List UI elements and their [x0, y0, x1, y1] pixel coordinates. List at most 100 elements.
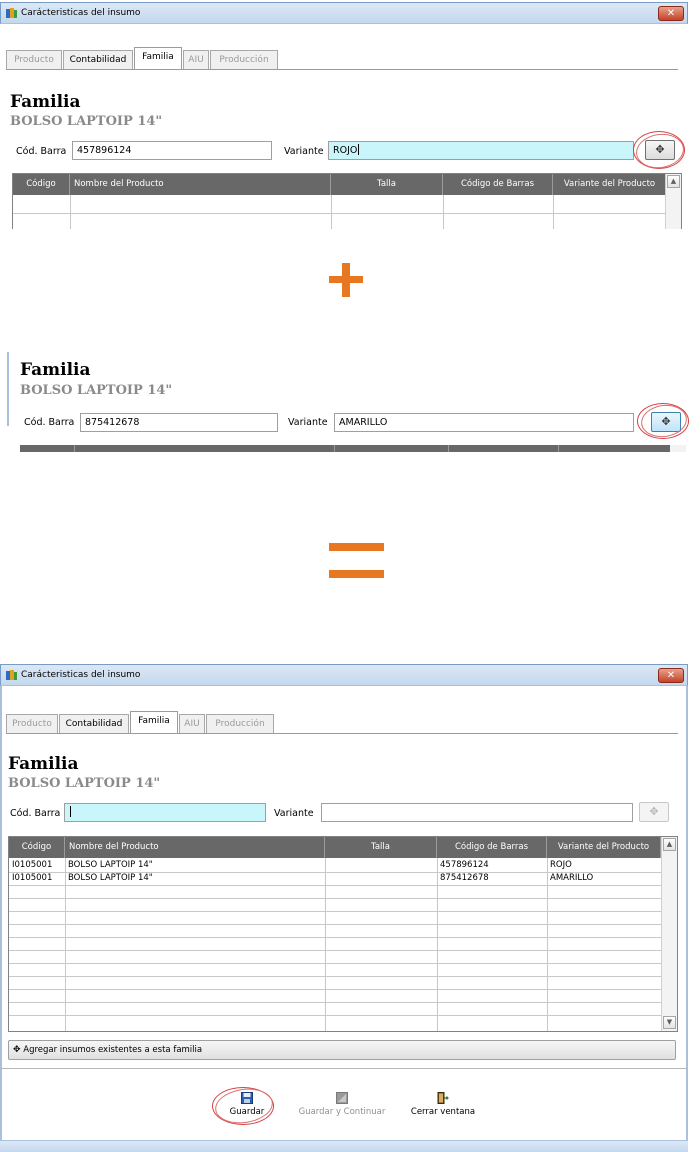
- product-name: BOLSO LAPTOIP 14": [10, 114, 163, 129]
- grid-col-line: [334, 445, 335, 452]
- tab-familia[interactable]: Familia: [130, 711, 178, 733]
- col-variante: Variante del Producto: [547, 837, 661, 858]
- tab-produccion[interactable]: Producción: [210, 50, 278, 69]
- variants-grid: Código Nombre del Producto Talla Código …: [8, 836, 678, 1032]
- cell-variante: ROJO: [550, 860, 572, 870]
- cell-barras: 457896124: [440, 860, 489, 870]
- cell-barras: 875412678: [440, 873, 489, 883]
- grid-col-line: [331, 195, 332, 229]
- equals-bar-bottom: [329, 570, 384, 578]
- grid-row-line: [9, 976, 661, 977]
- grid-col-line: [448, 445, 449, 452]
- text-caret: [70, 806, 71, 817]
- familia-heading: Familia: [20, 360, 91, 380]
- cell-nombre: BOLSO LAPTOIP 14": [68, 860, 153, 870]
- grid-col-line: [74, 445, 75, 452]
- grid-header-preview: [20, 445, 686, 452]
- variant-field[interactable]: [321, 803, 633, 822]
- grid-col-line: [553, 195, 554, 229]
- barcode-label: Cód. Barra: [16, 146, 67, 157]
- window-close-button[interactable]: ✕: [658, 6, 684, 21]
- equals-bar-top: [329, 543, 384, 551]
- app-icon: [6, 670, 17, 680]
- variant-field[interactable]: ROJO: [328, 141, 634, 160]
- grid-header: Código Nombre del Producto Talla Código …: [9, 837, 661, 858]
- grid-col-line: [70, 195, 71, 229]
- footer-separator: [0, 1068, 688, 1069]
- window-titlebar: Carácteristicas del insumo ✕: [0, 664, 688, 686]
- col-barras: Código de Barras: [443, 174, 553, 195]
- tab-divider: [6, 69, 678, 70]
- variants-grid-preview: Código Nombre del Producto Talla Código …: [12, 173, 682, 229]
- window-title: Carácteristicas del insumo: [21, 670, 141, 680]
- grid-col-line: [443, 195, 444, 229]
- grid-row-line: [9, 937, 661, 938]
- tab-aiu[interactable]: AIU: [183, 50, 209, 69]
- cell-codigo: I0105001: [12, 860, 53, 870]
- variant-value: ROJO: [333, 145, 358, 156]
- window-border-right: [686, 686, 688, 1140]
- save-continue-label: Guardar y Continuar: [298, 1107, 386, 1117]
- grid-row-line: [9, 963, 661, 964]
- add-existing-label: Agregar insumos existentes a esta famili…: [23, 1045, 203, 1055]
- tab-produccion[interactable]: Producción: [206, 714, 274, 733]
- grid-scrollbar[interactable]: [670, 445, 686, 452]
- barcode-field[interactable]: [64, 803, 266, 822]
- grid-row-line: [9, 911, 661, 912]
- scroll-down-icon[interactable]: ▼: [663, 1016, 676, 1029]
- variant-label: Variante: [284, 146, 324, 157]
- cell-variante: AMARILLO: [550, 873, 594, 883]
- variant-field[interactable]: AMARILLO: [334, 413, 634, 432]
- grid-row-line: [9, 885, 661, 886]
- window-titlebar: Carácteristicas del insumo ✕: [0, 2, 688, 24]
- tab-contabilidad[interactable]: Contabilidad: [59, 714, 129, 733]
- window-bottom-border: [0, 1140, 688, 1152]
- tab-producto[interactable]: Producto: [6, 714, 58, 733]
- app-icon: [6, 8, 17, 18]
- product-name: BOLSO LAPTOIP 14": [8, 776, 161, 791]
- window-border: [7, 352, 9, 426]
- exit-door-icon: [437, 1092, 449, 1104]
- col-nombre: Nombre del Producto: [70, 174, 331, 195]
- grid-row-line: [9, 898, 661, 899]
- tab-divider: [6, 733, 678, 734]
- plus-bar-vertical: [342, 263, 350, 297]
- grid-row-line: [9, 950, 661, 951]
- scroll-up-icon[interactable]: ▲: [667, 175, 680, 188]
- tab-aiu[interactable]: AIU: [179, 714, 205, 733]
- add-variant-button[interactable]: ✥: [639, 802, 669, 822]
- barcode-label: Cód. Barra: [10, 808, 61, 819]
- col-talla: Talla: [331, 174, 443, 195]
- col-barras: Código de Barras: [437, 837, 547, 858]
- product-name: BOLSO LAPTOIP 14": [20, 383, 173, 398]
- grid-row-line: [9, 924, 661, 925]
- scroll-up-icon[interactable]: ▲: [663, 838, 676, 851]
- familia-heading: Familia: [8, 754, 79, 774]
- tab-contabilidad[interactable]: Contabilidad: [63, 50, 133, 69]
- window-title: Carácteristicas del insumo: [21, 8, 141, 18]
- save-continue-button[interactable]: Guardar y Continuar: [296, 1092, 388, 1117]
- close-window-button[interactable]: Cerrar ventana: [405, 1092, 481, 1117]
- grid-scrollbar[interactable]: ▲: [665, 174, 681, 229]
- tab-producto[interactable]: Producto: [6, 50, 62, 69]
- add-existing-button[interactable]: ✥ Agregar insumos existentes a esta fami…: [8, 1040, 676, 1060]
- tab-familia[interactable]: Familia: [134, 47, 182, 69]
- col-codigo: Código: [13, 174, 70, 195]
- barcode-field[interactable]: 457896124: [72, 141, 272, 160]
- barcode-label: Cód. Barra: [24, 417, 75, 428]
- variant-label: Variante: [274, 808, 314, 819]
- grid-row-line: [9, 989, 661, 990]
- window-border-left: [0, 686, 2, 1140]
- cell-codigo: I0105001: [12, 873, 53, 883]
- plus-small-icon: ✥: [13, 1045, 21, 1055]
- grid-row-line: [9, 1015, 661, 1016]
- familia-heading: Familia: [10, 92, 81, 112]
- window-close-button[interactable]: ✕: [658, 668, 684, 683]
- text-caret: [358, 144, 360, 155]
- variant-label: Variante: [288, 417, 328, 428]
- grid-col-line: [558, 445, 559, 452]
- grid-scrollbar[interactable]: ▲ ▼: [661, 837, 677, 1031]
- cell-talla: [326, 872, 436, 885]
- col-variante: Variante del Producto: [553, 174, 667, 195]
- barcode-field[interactable]: 875412678: [80, 413, 278, 432]
